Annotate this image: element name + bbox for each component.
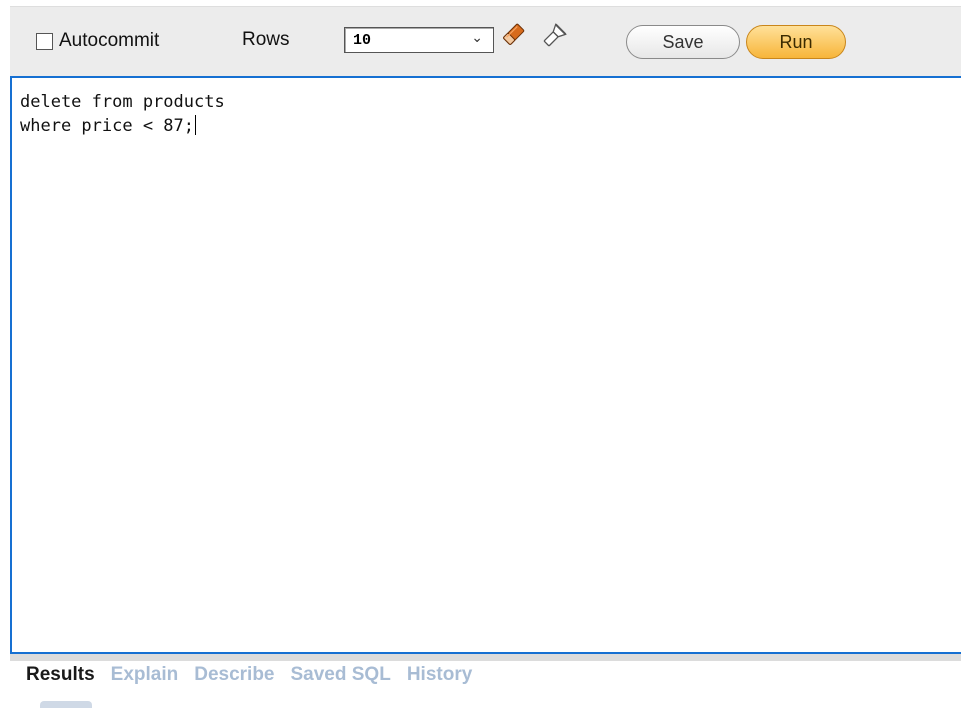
sql-editor[interactable]: delete from products where price < 87;: [10, 76, 961, 654]
rows-select[interactable]: 10 ⌄: [344, 27, 494, 53]
sql-code[interactable]: delete from products where price < 87;: [20, 90, 225, 138]
rows-label: Rows: [242, 29, 290, 50]
save-button[interactable]: Save: [626, 25, 740, 59]
rows-select-value: 10: [353, 32, 372, 49]
code-line: where price < 87;: [20, 116, 194, 136]
tab-saved-sql[interactable]: Saved SQL: [291, 664, 391, 686]
output-tabs: Results Explain Describe Saved SQL Histo…: [26, 664, 488, 686]
autocommit-toggle[interactable]: Autocommit: [36, 29, 159, 53]
autocommit-label: Autocommit: [59, 30, 160, 51]
sql-toolbar: Autocommit Rows 10 ⌄ Save Run: [10, 6, 961, 77]
text-caret: [195, 115, 196, 135]
chevron-down-icon: ⌄: [471, 30, 483, 46]
autocommit-checkbox[interactable]: [36, 32, 53, 50]
eraser-icon[interactable]: [498, 19, 528, 51]
tab-explain[interactable]: Explain: [111, 664, 179, 686]
code-line: delete from products: [20, 92, 225, 112]
editor-resize-handle[interactable]: [10, 654, 961, 661]
flashlight-icon[interactable]: [540, 19, 570, 51]
tab-describe[interactable]: Describe: [194, 664, 274, 686]
results-pane-indicator: [40, 701, 92, 708]
tab-history[interactable]: History: [407, 664, 472, 686]
run-button[interactable]: Run: [746, 25, 846, 59]
tab-results[interactable]: Results: [26, 664, 95, 686]
